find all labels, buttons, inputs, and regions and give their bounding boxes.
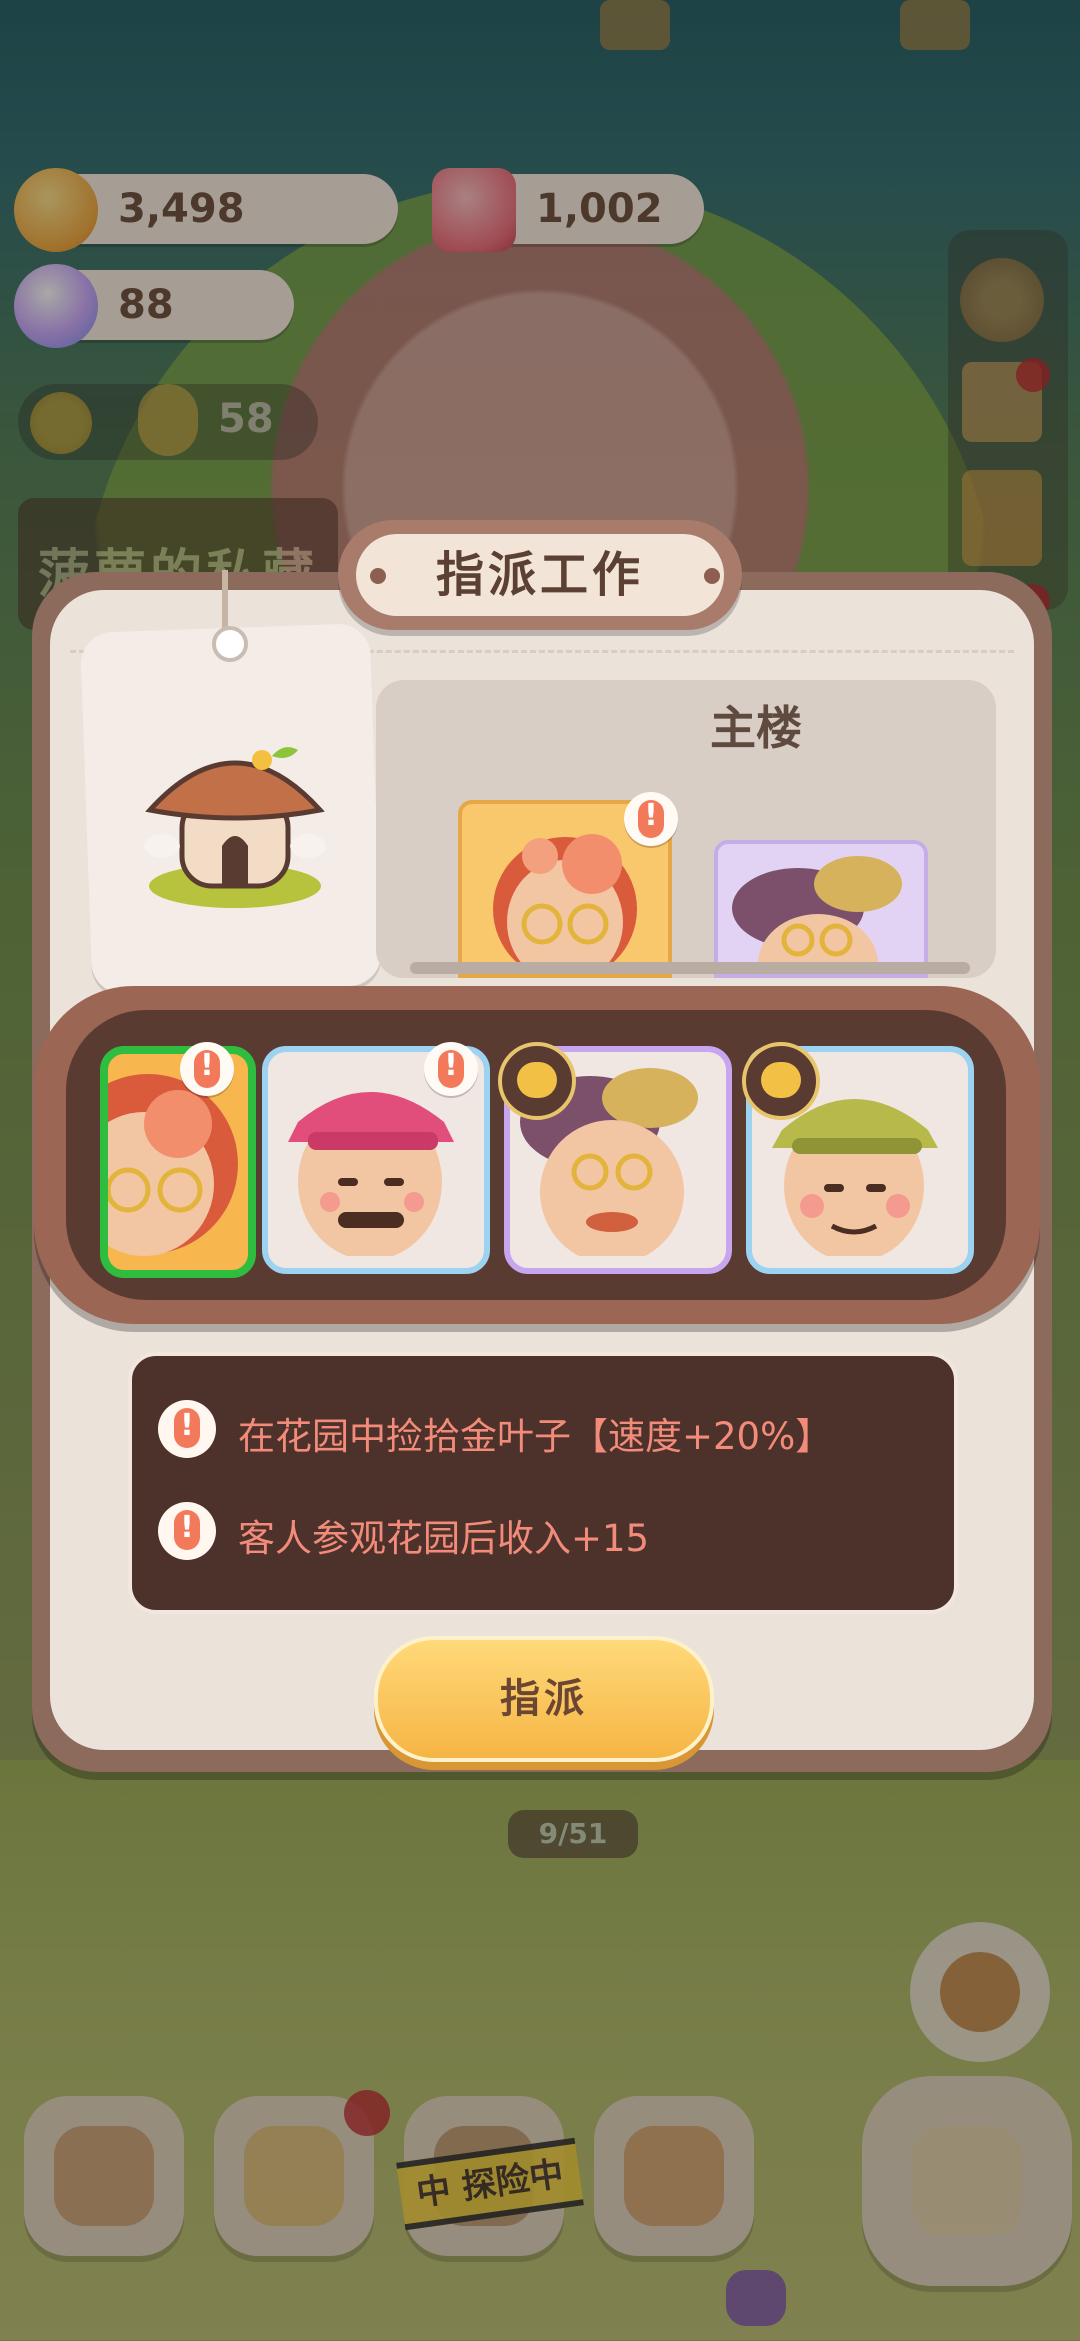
alert-icon [424,1042,478,1096]
mushroom-house-icon [144,747,326,908]
slot-shelf [410,962,970,974]
plate-rivet [704,568,720,584]
tag-hole [212,626,248,662]
alert-icon [624,792,678,846]
alert-icon [180,1042,234,1096]
dialog-title: 指派工作 [356,534,724,616]
building-name: 主楼 [710,701,802,755]
alert-icon [158,1400,216,1458]
beret-grandpa-portrait [732,856,902,974]
assign-button[interactable]: 指派 [374,1636,714,1762]
skill-text: 客人参观花园后收入+15 [238,1517,650,1560]
coin-skill-icon [498,1042,576,1120]
skill-text: 在花园中捡拾金叶子【速度+20%】 [238,1415,833,1458]
coin-skill-icon [742,1042,820,1120]
plate-rivet [370,568,386,584]
skill-description-box [128,1352,958,1614]
alert-icon [158,1502,216,1560]
assigned-worker-slot[interactable] [714,840,928,978]
